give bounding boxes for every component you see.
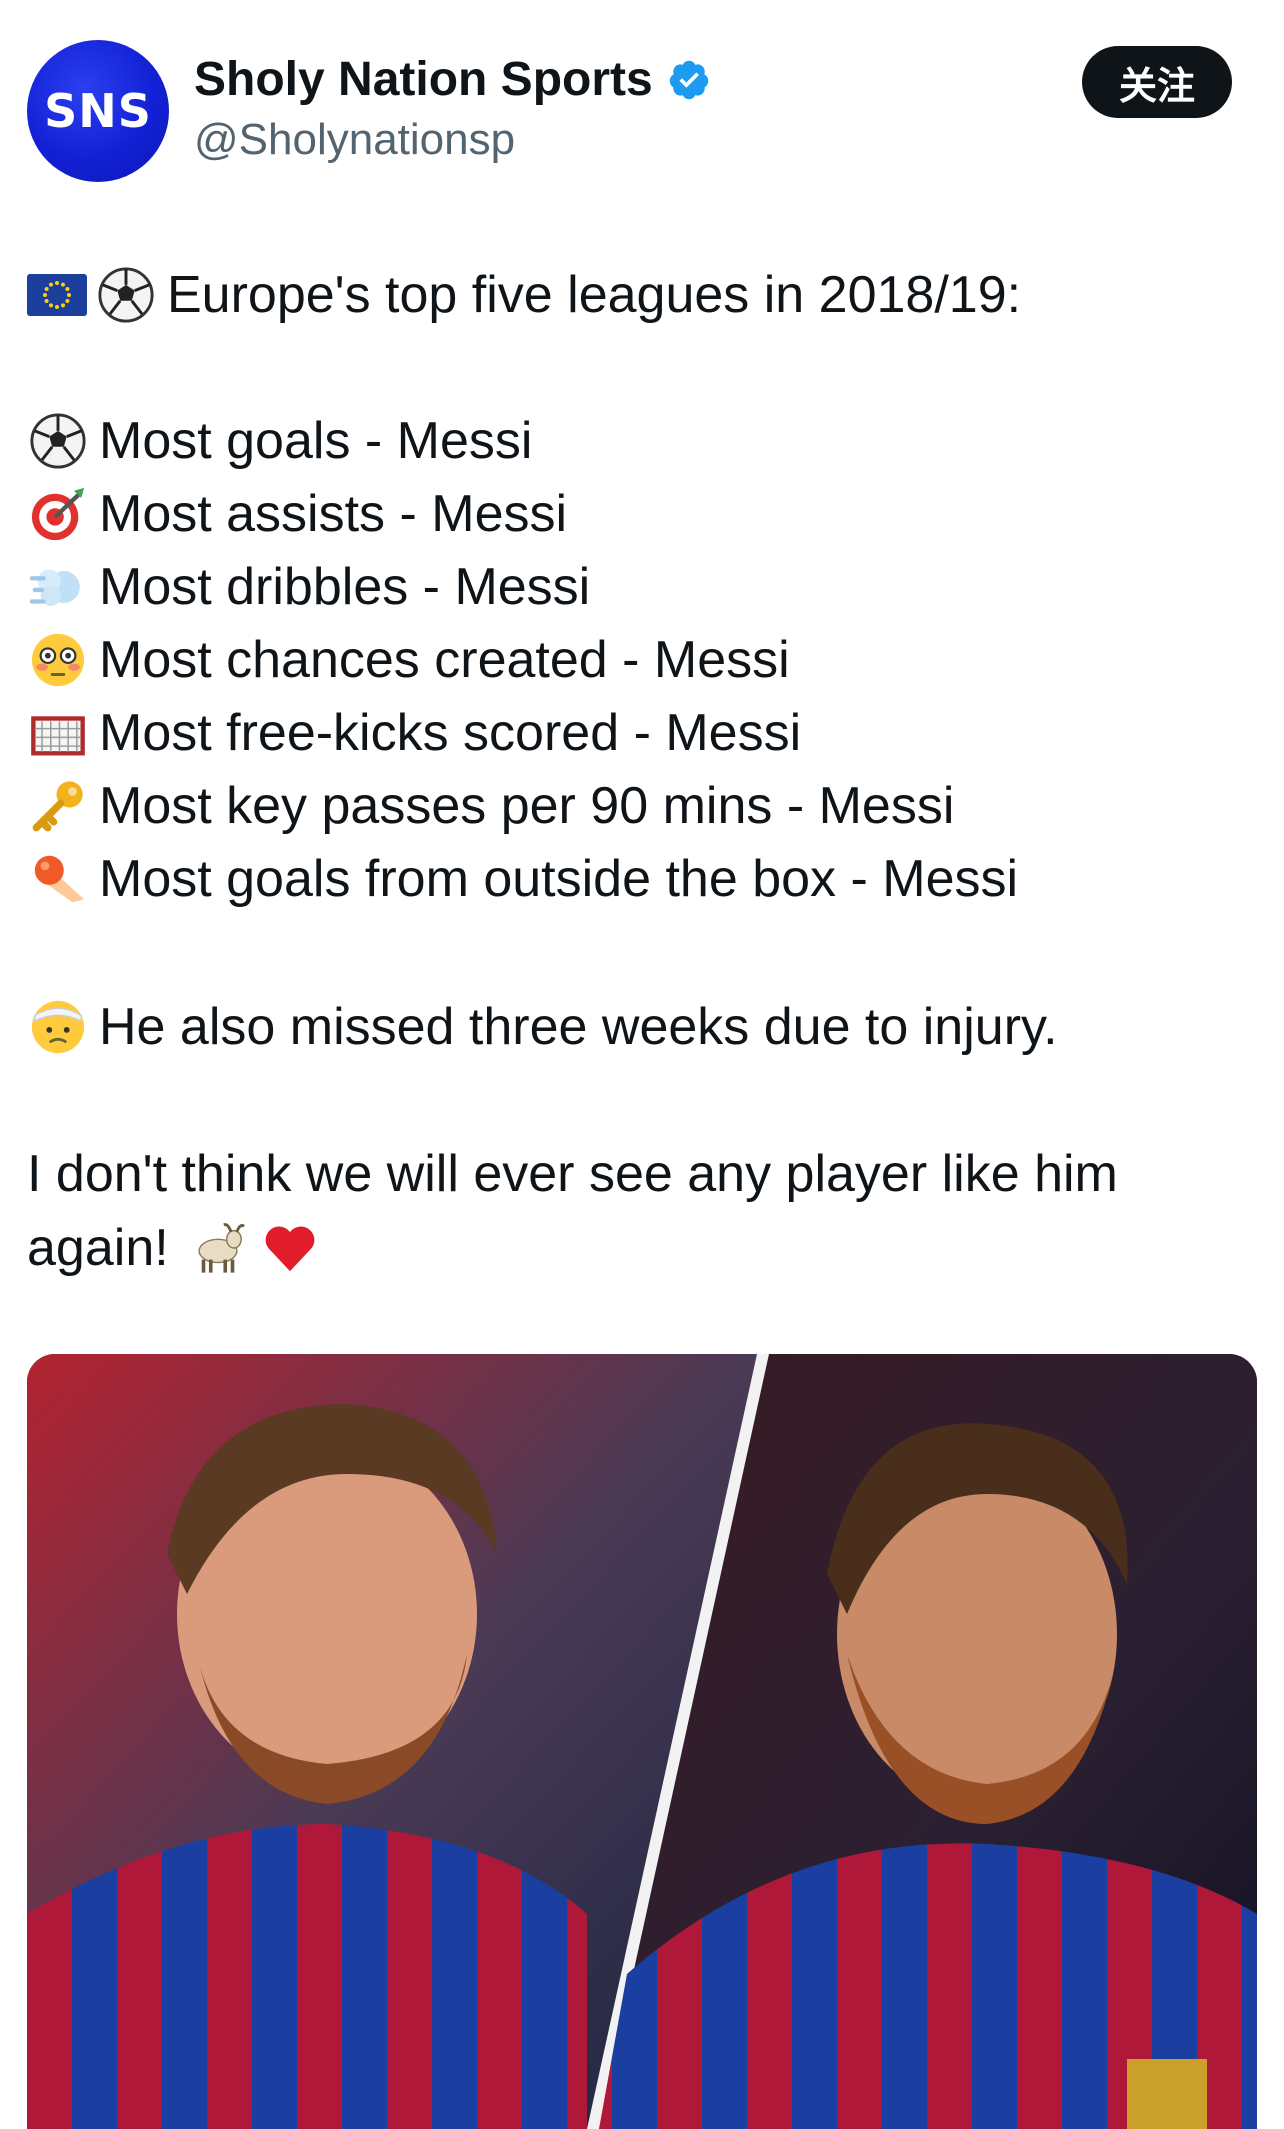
stat-text: Most chances created - Messi xyxy=(99,631,790,689)
display-name-row[interactable]: Sholy Nation Sports xyxy=(194,52,711,107)
user-handle[interactable]: @Sholynationsp xyxy=(194,115,515,165)
goal-net-icon xyxy=(27,702,89,764)
stat-line: Most dribbles - Messi xyxy=(27,556,590,618)
closing-line-2: again! xyxy=(27,1217,331,1279)
stat-line: Most goals from outside the box - Messi xyxy=(27,848,1018,910)
tweet-media-image[interactable] xyxy=(27,1354,1257,2129)
display-name[interactable]: Sholy Nation Sports xyxy=(194,52,653,107)
avatar-logo-text: SNS xyxy=(44,84,152,138)
stat-text: Most goals - Messi xyxy=(99,412,533,470)
stat-line: Most key passes per 90 mins - Messi xyxy=(27,775,954,837)
stat-text: Most free-kicks scored - Messi xyxy=(99,704,802,762)
intro-line: Europe's top five leagues in 2018/19: xyxy=(27,264,1021,326)
tweet-card: SNS Sholy Nation Sports @Sholynationsp 关… xyxy=(0,0,1284,2129)
flushed-face-icon xyxy=(27,629,89,691)
closing-text-1: I don't think we will ever see any playe… xyxy=(27,1145,1118,1203)
injury-text: He also missed three weeks due to injury… xyxy=(99,998,1058,1056)
stat-line: Most chances created - Messi xyxy=(27,629,790,691)
closing-text-2: again! xyxy=(27,1219,169,1277)
soccer-ball-icon xyxy=(27,410,89,472)
closing-line-1: I don't think we will ever see any playe… xyxy=(27,1143,1118,1205)
key-icon xyxy=(27,775,89,837)
soccer-ball-icon xyxy=(95,264,157,326)
player-photo-collage xyxy=(27,1354,1257,2129)
avatar[interactable]: SNS xyxy=(27,40,169,182)
verified-badge-icon xyxy=(669,60,708,99)
dart-target-icon xyxy=(27,483,89,545)
dash-cloud-icon xyxy=(27,556,89,618)
injury-line: He also missed three weeks due to injury… xyxy=(27,996,1058,1058)
stat-line: Most free-kicks scored - Messi xyxy=(27,702,801,764)
intro-text: Europe's top five leagues in 2018/19: xyxy=(167,266,1022,324)
stat-text: Most dribbles - Messi xyxy=(99,558,591,616)
stat-line: Most goals - Messi xyxy=(27,410,532,472)
stat-text: Most assists - Messi xyxy=(99,485,568,543)
goat-icon xyxy=(187,1217,249,1279)
comet-icon xyxy=(27,848,89,910)
stat-text: Most goals from outside the box - Messi xyxy=(99,850,1019,908)
stat-text: Most key passes per 90 mins - Messi xyxy=(99,777,955,835)
stat-line: Most assists - Messi xyxy=(27,483,567,545)
red-heart-icon xyxy=(259,1217,321,1279)
bandaged-face-icon xyxy=(27,996,89,1058)
eu-flag-icon xyxy=(27,274,87,316)
follow-button[interactable]: 关注 xyxy=(1082,46,1232,118)
